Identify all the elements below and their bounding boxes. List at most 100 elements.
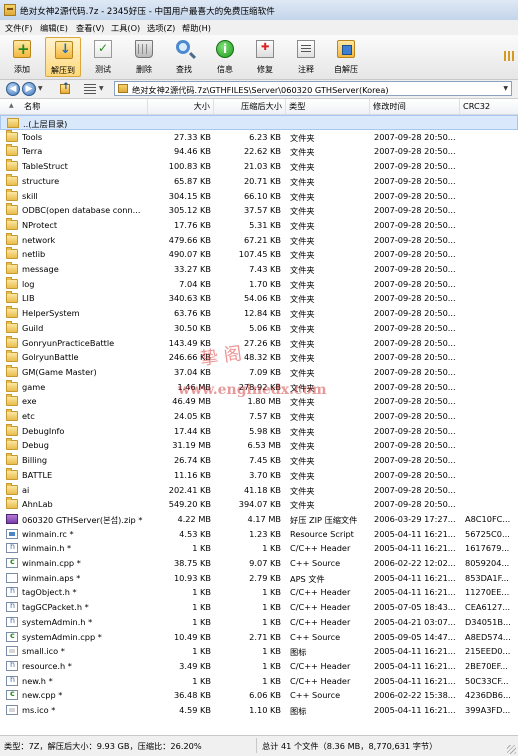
file-row[interactable]: log 7.04 KB 1.70 KB 文件夹 2007-09-28 20:50...: [0, 276, 518, 292]
folder-icon: [6, 320, 18, 333]
file-packed-size: 1 KB: [262, 660, 281, 671]
archive-app-icon: [4, 4, 16, 16]
file-row[interactable]: resource.h * 3.49 KB 1 KB C/C++ Header 2005-…: [0, 659, 518, 674]
file-row[interactable]: winmain.aps * 10.93 KB 2.79 KB APS 文件 2005-0…: [0, 571, 518, 586]
folder-icon: [6, 497, 18, 510]
resize-grip-icon[interactable]: [507, 745, 516, 754]
file-row[interactable]: network 479.66 KB 67.21 KB 文件夹 2007-09-28 20…: [0, 232, 518, 248]
view-mode-icon[interactable]: [84, 84, 96, 94]
file-type: 文件夹: [290, 294, 315, 305]
file-crc: 853DA1F...: [465, 572, 509, 583]
folder-icon: [6, 438, 18, 451]
file-row[interactable]: AhnLab 549.20 KB 394.07 KB 文件夹 2007-09-28 20…: [0, 497, 518, 512]
file-name: ai: [22, 484, 30, 495]
file-row[interactable]: new.cpp * 36.48 KB 6.06 KB C++ Source 2006-0…: [0, 688, 518, 703]
path-field[interactable]: 绝对女神2源代码.7z\GTHFILES\Server\060320 GTHSe…: [114, 81, 512, 96]
file-row[interactable]: HelperSystem 63.76 KB 12.84 KB 文件夹 2007-09-2…: [0, 306, 518, 321]
forward-icon[interactable]: ▶: [22, 82, 36, 96]
file-type: C/C++ Header: [290, 543, 351, 554]
history-dropdown-icon[interactable]: ▼: [38, 85, 43, 92]
file-row[interactable]: ODBC(open database conn... 305.12 KB 37.57…: [0, 203, 518, 218]
parent-directory-row[interactable]: ..(上层目录): [0, 115, 518, 130]
file-row[interactable]: NProtect 17.76 KB 5.31 KB 文件夹 2007-09-28 20:…: [0, 217, 518, 233]
file-name: LIB: [22, 293, 35, 304]
file-row[interactable]: systemAdmin.h * 1 KB 1 KB C/C++ Header 2005-…: [0, 615, 518, 630]
menu-options[interactable]: 选项(Z): [147, 22, 175, 34]
menu-help[interactable]: 帮助(H): [182, 22, 211, 34]
file-type: 文件夹: [290, 485, 315, 496]
file-row[interactable]: Terra 94.46 KB 22.62 KB 文件夹 2007-09-28 20:50…: [0, 144, 518, 159]
file-row[interactable]: new.h * 1 KB 1 KB C/C++ Header 2005-04-11 16…: [0, 674, 518, 689]
info-icon: [216, 40, 234, 58]
file-row[interactable]: etc 24.05 KB 7.57 KB 文件夹 2007-09-28 20:50...: [0, 409, 518, 424]
file-row[interactable]: 060320 GTHServer(본섭).zip * 4.22 MB 4.17 MB…: [0, 512, 518, 527]
menu-view[interactable]: 查看(V): [76, 22, 104, 34]
file-row[interactable]: Guild 30.50 KB 5.06 KB 文件夹 2007-09-28 20:50.…: [0, 320, 518, 336]
repair-button[interactable]: 修复: [247, 37, 283, 77]
toolbar-options-icon[interactable]: [504, 51, 514, 61]
file-modified: 2007-09-28 20:50...: [374, 249, 456, 260]
file-row[interactable]: GonryunPracticeBattle 143.49 KB 27.26 KB 文件…: [0, 335, 518, 351]
file-row[interactable]: winmain.h * 1 KB 1 KB C/C++ Header 2005-04-1…: [0, 541, 518, 556]
file-row[interactable]: tagGCPacket.h * 1 KB 1 KB C/C++ Header 2005-…: [0, 600, 518, 615]
file-row[interactable]: structure 65.87 KB 20.71 KB 文件夹 2007-09-28 2…: [0, 173, 518, 189]
test-button[interactable]: 测试: [85, 37, 121, 77]
path-dropdown-icon[interactable]: ▼: [503, 85, 508, 92]
folder-icon: [6, 394, 18, 407]
file-row[interactable]: Tools 27.33 KB 6.23 KB 文件夹 2007-09-28 20:50.…: [0, 129, 518, 145]
sfx-button[interactable]: 自解压: [328, 37, 364, 77]
delete-button[interactable]: 删除: [126, 37, 162, 77]
up-folder-icon[interactable]: [60, 82, 70, 94]
file-row[interactable]: netlib 490.07 KB 107.45 KB 文件夹 2007-09-28 20…: [0, 247, 518, 262]
file-size: 94.46 KB: [173, 146, 211, 157]
back-icon[interactable]: ◀: [6, 82, 20, 96]
file-row[interactable]: Debug 31.19 MB 6.53 MB 文件夹 2007-09-28 20:50.…: [0, 438, 518, 453]
file-type: C++ Source: [290, 690, 341, 701]
info-button[interactable]: 信息: [207, 37, 243, 77]
file-row[interactable]: message 33.27 KB 7.43 KB 文件夹 2007-09-28 20:5…: [0, 262, 518, 277]
file-modified: 2005-04-11 16:21...: [374, 587, 456, 598]
file-row[interactable]: DebugInfo 17.44 KB 5.98 KB 文件夹 2007-09-28 20…: [0, 423, 518, 439]
file-modified: 2005-04-11 16:21...: [374, 705, 456, 715]
file-size: 305.12 KB: [168, 205, 211, 216]
column-name[interactable]: ▲ 名称: [0, 99, 148, 114]
column-packed-label: 压缩后大小: [241, 101, 282, 111]
add-button[interactable]: 添加: [4, 37, 40, 77]
file-row[interactable]: GolryunBattle 246.66 KB 48.32 KB 文件夹 2007-09…: [0, 350, 518, 365]
extract-to-button[interactable]: 解压到: [45, 37, 81, 77]
file-row[interactable]: TableStruct 100.83 KB 21.03 KB 文件夹 2007-09-2…: [0, 159, 518, 174]
repair-label: 修复: [257, 65, 273, 74]
status-total-info: 总计 41 个文件（8.36 MB，8,770,631 字节）: [262, 741, 438, 751]
test-icon: [94, 40, 112, 58]
column-packed[interactable]: 压缩后大小: [214, 99, 286, 114]
comment-button[interactable]: 注释: [288, 37, 324, 77]
file-row[interactable]: GM(Game Master) 37.04 KB 7.09 KB 文件夹 2007-09…: [0, 364, 518, 380]
file-row[interactable]: Billing 26.74 KB 7.45 KB 文件夹 2007-09-28 20:5…: [0, 453, 518, 468]
column-size[interactable]: 大小: [148, 99, 214, 114]
file-row[interactable]: ms.ico * 4.59 KB 1.10 KB 图标 2005-04-11 16:21…: [0, 703, 518, 718]
menu-file[interactable]: 文件(F): [5, 22, 32, 34]
column-crc[interactable]: CRC32: [460, 99, 518, 114]
menu-tools[interactable]: 工具(O): [111, 22, 140, 34]
file-name: winmain.h *: [22, 543, 72, 554]
column-type[interactable]: 类型: [286, 99, 370, 114]
file-row[interactable]: skill 304.15 KB 66.10 KB 文件夹 2007-09-28 20:5…: [0, 188, 518, 204]
menu-edit[interactable]: 编辑(E): [40, 22, 68, 34]
file-row[interactable]: tagObject.h * 1 KB 1 KB C/C++ Header 2005-04…: [0, 585, 518, 600]
view-dropdown-icon[interactable]: ▼: [99, 85, 104, 92]
column-modified[interactable]: 修改时间: [370, 99, 460, 114]
find-button[interactable]: 查找: [166, 37, 202, 77]
file-row[interactable]: winmain.rc * 4.53 KB 1.23 KB Resource Scrip…: [0, 527, 518, 542]
file-row[interactable]: ai 202.41 KB 41.18 KB 文件夹 2007-09-28 20:50..…: [0, 482, 518, 498]
file-row[interactable]: systemAdmin.cpp * 10.49 KB 2.71 KB C++ Sour…: [0, 630, 518, 645]
file-size: 36.48 KB: [173, 690, 211, 701]
file-type: 文件夹: [290, 412, 315, 422]
file-row[interactable]: BATTLE 11.16 KB 3.70 KB 文件夹 2007-09-28 20:50…: [0, 467, 518, 483]
file-row[interactable]: winmain.cpp * 38.75 KB 9.07 KB C++ Source 20…: [0, 556, 518, 571]
file-packed-size: 3.70 KB: [249, 469, 281, 480]
file-row[interactable]: small.ico * 1 KB 1 KB 图标 2005-04-11 16:21...…: [0, 644, 518, 659]
file-size: 30.50 KB: [173, 322, 211, 333]
file-name: DebugInfo: [22, 425, 65, 436]
file-row[interactable]: LIB 340.63 KB 54.06 KB 文件夹 2007-09-28 20:50.…: [0, 291, 518, 306]
file-modified: 2007-09-28 20:50...: [374, 396, 456, 407]
